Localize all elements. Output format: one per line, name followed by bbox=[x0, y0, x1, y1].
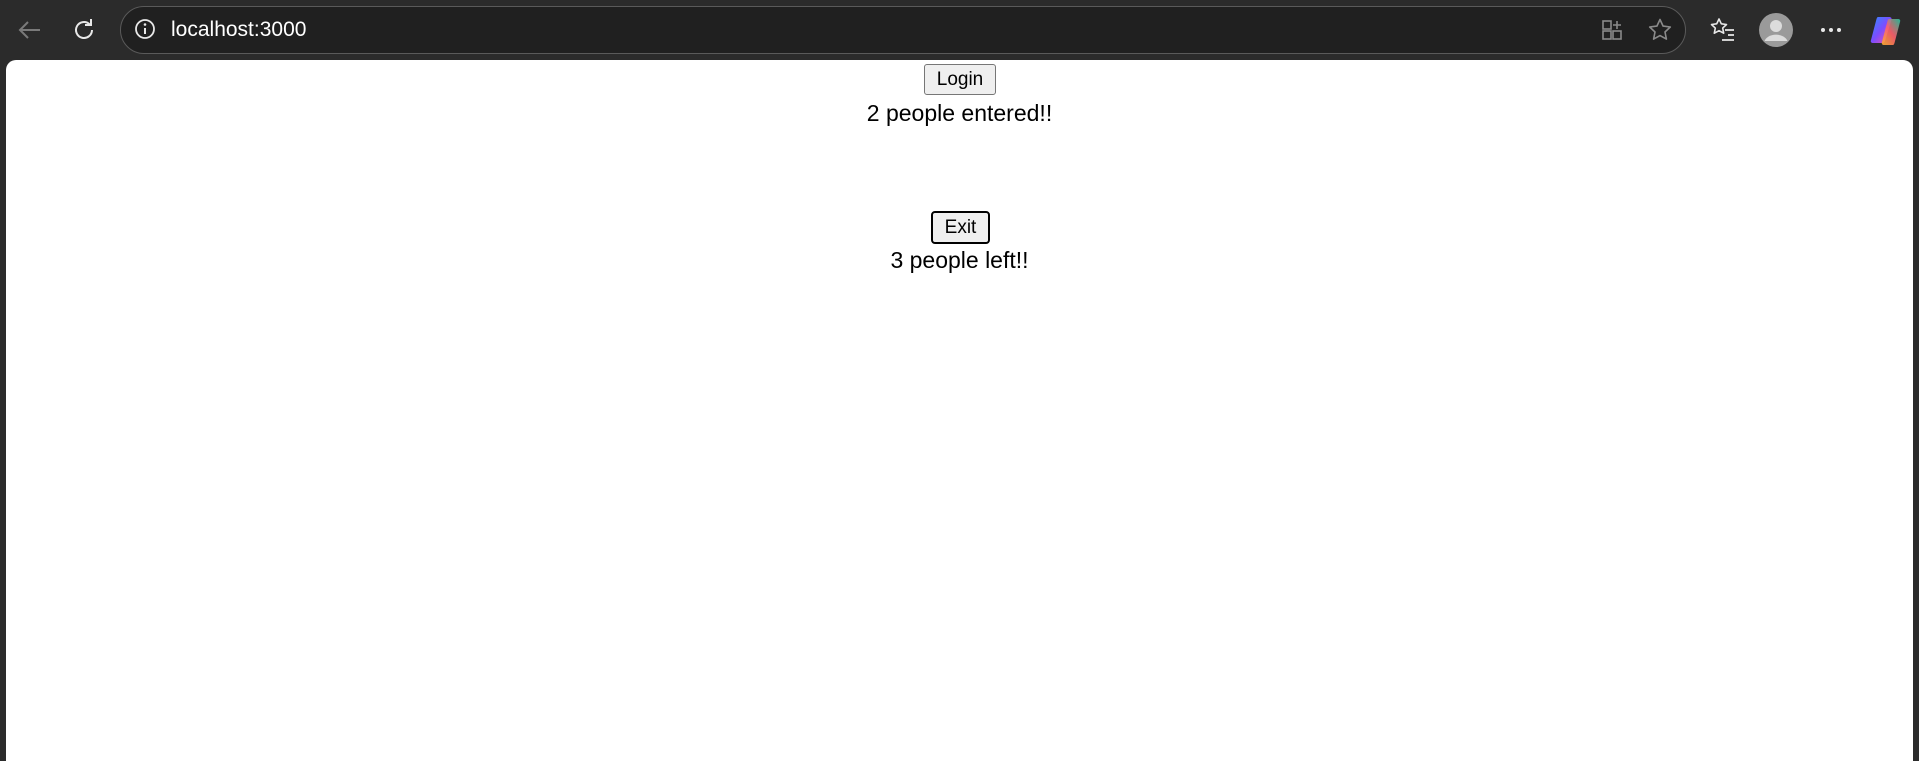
site-info-icon[interactable] bbox=[134, 18, 156, 40]
app-available-icon[interactable] bbox=[1600, 18, 1624, 42]
back-button[interactable] bbox=[10, 10, 50, 50]
profile-avatar-icon bbox=[1759, 13, 1793, 47]
exit-button[interactable]: Exit bbox=[931, 211, 990, 244]
left-count-text: 3 people left!! bbox=[890, 247, 1029, 273]
page-content: Login 2 people entered!! Exit 3 people l… bbox=[6, 60, 1913, 761]
favorites-list-icon bbox=[1710, 18, 1734, 41]
browser-toolbar: localhost:3000 bbox=[0, 0, 1919, 60]
entered-count-text: 2 people entered!! bbox=[866, 100, 1053, 126]
back-icon bbox=[18, 21, 40, 39]
copilot-icon bbox=[1870, 17, 1901, 45]
refresh-button[interactable] bbox=[64, 10, 104, 50]
profile-button[interactable] bbox=[1756, 10, 1796, 50]
favorites-button[interactable] bbox=[1703, 10, 1743, 50]
copilot-button[interactable] bbox=[1866, 10, 1906, 50]
login-button[interactable]: Login bbox=[924, 64, 996, 95]
more-menu-icon bbox=[1821, 28, 1841, 32]
refresh-icon bbox=[75, 19, 93, 39]
url-text[interactable]: localhost:3000 bbox=[171, 7, 306, 52]
address-bar[interactable]: localhost:3000 bbox=[120, 6, 1686, 54]
more-menu-button[interactable] bbox=[1811, 10, 1851, 50]
favorite-star-icon[interactable] bbox=[1647, 17, 1673, 43]
